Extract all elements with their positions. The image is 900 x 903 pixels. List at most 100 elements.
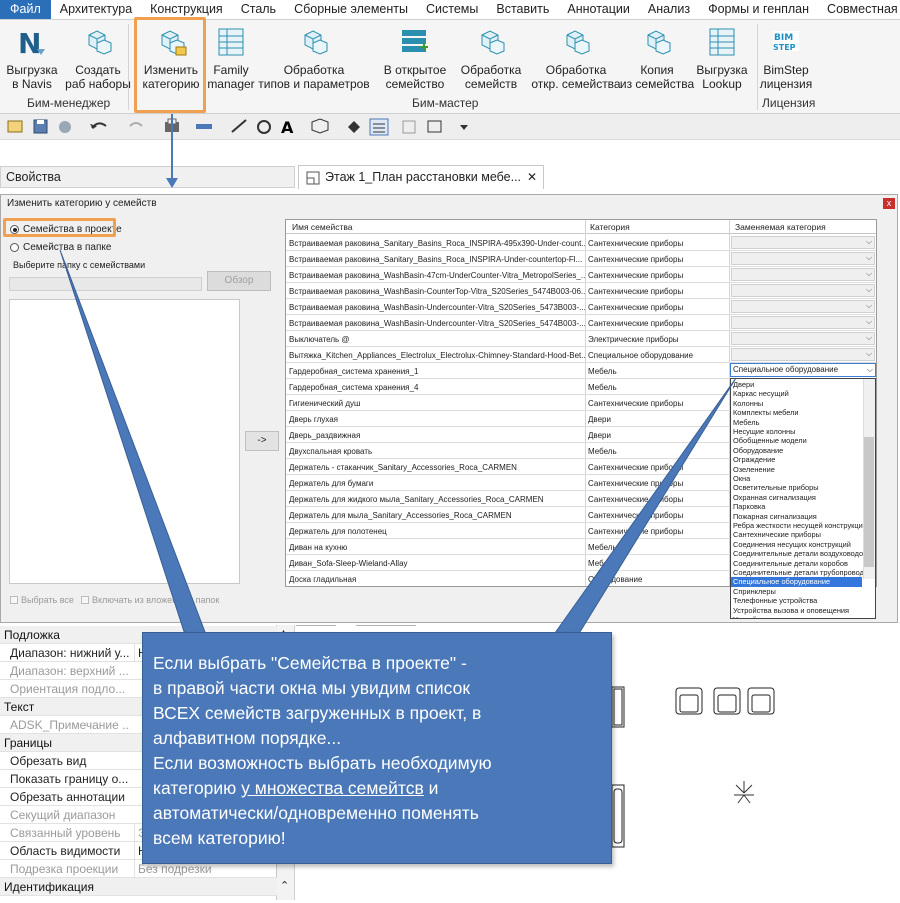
table-row[interactable]: Выключатель @ Электрические приборы ⌵ bbox=[286, 331, 876, 347]
dropdown-option[interactable]: Парковка bbox=[733, 502, 863, 511]
replacement-category-combo[interactable]: ⌵ bbox=[731, 316, 875, 329]
dropdown-option[interactable]: Осветительные приборы bbox=[733, 483, 863, 492]
tab-1[interactable]: Архитектура bbox=[51, 0, 141, 19]
ribbon-button-label: Обработка семейств bbox=[460, 63, 522, 91]
replacement-category-combo[interactable]: ⌵ bbox=[731, 252, 875, 265]
checkbox-box[interactable] bbox=[10, 596, 18, 604]
dropdown-scroll-thumb[interactable] bbox=[864, 437, 874, 567]
view-tab-close-icon[interactable]: ✕ bbox=[527, 166, 537, 188]
folder-path-input[interactable] bbox=[9, 277, 202, 291]
dropdown-option[interactable]: Ограждение bbox=[733, 455, 863, 464]
dropdown-option[interactable]: Двери bbox=[733, 380, 863, 389]
replacement-category-combo[interactable]: ⌵ bbox=[731, 268, 875, 281]
change-category-highlight bbox=[134, 17, 206, 113]
select-all-checkbox[interactable]: Выбрать все bbox=[10, 595, 74, 605]
chevron-down-icon[interactable]: ⌵ bbox=[866, 333, 872, 343]
3d-view-icon bbox=[311, 118, 329, 134]
ribbon-button-1[interactable]: Создать раб наборы bbox=[58, 22, 138, 91]
replacement-category-combo[interactable]: ⌵ bbox=[731, 284, 875, 297]
dropdown-option[interactable]: Оборудование bbox=[733, 446, 863, 455]
dropdown-option[interactable]: Спринклеры bbox=[733, 587, 863, 596]
dropdown-option[interactable]: Телефонные устройства bbox=[733, 596, 863, 605]
property-category[interactable]: Идентификация bbox=[0, 878, 277, 896]
family-name-cell: Встраиваемая раковина_WashBasin-47cm-Und… bbox=[289, 271, 585, 280]
dropdown-option[interactable]: Соединительные детали воздуховодов bbox=[733, 549, 863, 558]
replacement-category-combo[interactable]: ⌵ bbox=[731, 300, 875, 313]
ribbon-button-label: BimStep лицензия bbox=[759, 63, 813, 91]
tab-10[interactable]: Совместная ра bbox=[818, 0, 900, 19]
move-right-button[interactable]: -> bbox=[245, 431, 279, 451]
dropdown-option[interactable]: Устройства связи bbox=[733, 615, 863, 618]
table-row[interactable]: Встраиваемая раковина_WashBasin-Undercou… bbox=[286, 315, 876, 331]
dropdown-option[interactable]: Соединительные детали коробов bbox=[733, 559, 863, 568]
dropdown-option[interactable]: Соединения несущих конструкций bbox=[733, 540, 863, 549]
dropdown-option[interactable]: Каркас несущий bbox=[733, 389, 863, 398]
replacement-category-combo-active[interactable]: Специальное оборудование ⌵ bbox=[730, 363, 876, 377]
replacement-category-combo[interactable]: ⌵ bbox=[731, 348, 875, 361]
dropdown-option[interactable]: Несущие колонны bbox=[733, 427, 863, 436]
ribbon-button-6[interactable]: Обработка семейств bbox=[451, 22, 531, 91]
ribbon-button-5[interactable]: В открытое семейство bbox=[375, 22, 455, 91]
chevron-down-icon[interactable]: ⌵ bbox=[866, 317, 872, 327]
chevron-down-icon[interactable]: ⌵ bbox=[866, 349, 872, 359]
dropdown-option[interactable]: Озеленение bbox=[733, 465, 863, 474]
dropdown-option[interactable]: Окна bbox=[733, 474, 863, 483]
tab-3[interactable]: Сталь bbox=[232, 0, 285, 19]
tab-9[interactable]: Формы и генплан bbox=[699, 0, 818, 19]
include-nested-checkbox[interactable]: Включать из вложенных папок bbox=[81, 595, 219, 605]
checkbox-box[interactable] bbox=[81, 596, 89, 604]
browse-button[interactable]: Обзор bbox=[207, 271, 271, 291]
tab-8[interactable]: Анализ bbox=[639, 0, 699, 19]
collapse-icon[interactable]: ⌃ bbox=[280, 879, 289, 892]
ribbon-button-4[interactable]: Обработка типов и параметров bbox=[254, 22, 374, 91]
folder-families-list[interactable] bbox=[9, 299, 240, 584]
column-header-category[interactable]: Категория bbox=[590, 222, 630, 232]
dropdown-option[interactable]: Мебель bbox=[733, 418, 863, 427]
chevron-down-icon[interactable]: ⌵ bbox=[866, 253, 872, 263]
radio-dot[interactable] bbox=[10, 243, 19, 252]
tab-7[interactable]: Аннотации bbox=[558, 0, 638, 19]
radio-highlight bbox=[3, 218, 116, 237]
chevron-down-icon[interactable]: ⌵ bbox=[866, 301, 872, 311]
armchair-icon bbox=[713, 687, 741, 715]
replacement-category-combo[interactable]: ⌵ bbox=[731, 236, 875, 249]
tab-5[interactable]: Системы bbox=[417, 0, 487, 19]
family-name-cell: Встраиваемая раковина_Sanitary_Basins_Ro… bbox=[289, 255, 583, 264]
dropdown-option[interactable]: Охранная сигнализация bbox=[733, 493, 863, 502]
replacement-category-combo[interactable]: ⌵ bbox=[731, 332, 875, 345]
category-dropdown-list[interactable]: Двери Каркас несущий Колонны Комплекты мебе… bbox=[730, 378, 876, 619]
table-row[interactable]: Встраиваемая раковина_WashBasin-Undercou… bbox=[286, 299, 876, 315]
dropdown-option[interactable]: Устройства вызова и оповещения bbox=[733, 606, 863, 615]
dialog-title: Изменить категорию у семейств bbox=[7, 198, 157, 209]
ribbon-button-label: Обработка откр. семейства bbox=[531, 63, 621, 91]
dropdown-option[interactable]: Соединительные детали трубопроводов bbox=[733, 568, 863, 577]
tab-4[interactable]: Сборные элементы bbox=[285, 0, 417, 19]
table-row[interactable]: Встраиваемая раковина_WashBasin-CounterT… bbox=[286, 283, 876, 299]
ribbon-button-10[interactable]: BIM STEP BimStep лицензия bbox=[746, 22, 826, 91]
column-header-family-name[interactable]: Имя семейства bbox=[292, 222, 353, 232]
dropdown-option[interactable]: Специальное оборудование bbox=[731, 577, 862, 587]
dropdown-option[interactable]: Сантехнические приборы bbox=[733, 530, 863, 539]
dropdown-option[interactable]: Комплекты мебели bbox=[733, 408, 863, 417]
chevron-down-icon[interactable]: ⌵ bbox=[866, 285, 872, 295]
chevron-down-icon[interactable]: ⌵ bbox=[866, 269, 872, 279]
tab-0[interactable]: Файл bbox=[0, 0, 51, 19]
chevron-down-icon[interactable]: ⌵ bbox=[866, 237, 872, 247]
view-tab[interactable]: Этаж 1_План расстановки мебе... ✕ bbox=[298, 165, 544, 189]
dropdown-option[interactable]: Обобщенные модели bbox=[733, 436, 863, 445]
radio-families-in-folder[interactable]: Семейства в папке bbox=[10, 242, 111, 253]
family-name-cell: Диван на кухню bbox=[289, 543, 348, 552]
table-row[interactable]: Встраиваемая раковина_Sanitary_Basins_Ro… bbox=[286, 235, 876, 251]
dropdown-scrollbar[interactable] bbox=[863, 379, 875, 579]
table-row[interactable]: Встраиваемая раковина_Sanitary_Basins_Ro… bbox=[286, 251, 876, 267]
dropdown-option[interactable]: Пожарная сигнализация bbox=[733, 512, 863, 521]
dropdown-option[interactable]: Колонны bbox=[733, 399, 863, 408]
column-header-replacement-category[interactable]: Заменяемая категория bbox=[735, 222, 826, 232]
dropdown-option[interactable]: Ребра жесткости несущей конструкции bbox=[733, 521, 863, 530]
chevron-down-icon[interactable]: ⌵ bbox=[867, 364, 873, 376]
table-row[interactable]: Встраиваемая раковина_WashBasin-47cm-Und… bbox=[286, 267, 876, 283]
tab-6[interactable]: Вставить bbox=[487, 0, 558, 19]
ribbon-button-7[interactable]: Обработка откр. семейства bbox=[531, 22, 621, 91]
dialog-close-button[interactable]: x bbox=[883, 198, 895, 209]
table-row[interactable]: Вытяжка_Kitchen_Appliances_Electrolux_El… bbox=[286, 347, 876, 363]
